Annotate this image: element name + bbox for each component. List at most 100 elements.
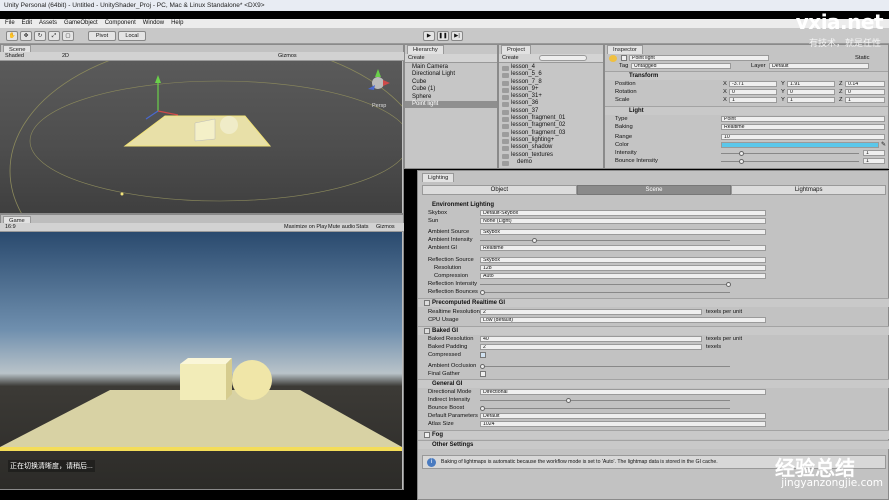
- ambient-gi-dropdown[interactable]: Realtime: [480, 244, 766, 252]
- folder-item[interactable]: lesson_36: [499, 100, 603, 108]
- tag-dropdown[interactable]: Untagged: [631, 62, 731, 70]
- folder-item[interactable]: lesson_31+: [499, 93, 603, 101]
- position-x-field[interactable]: -3.71: [729, 80, 777, 88]
- folder-item[interactable]: lesson_9+: [499, 86, 603, 94]
- play-icon[interactable]: ▶: [423, 31, 435, 41]
- intensity-slider-knob[interactable]: [739, 151, 744, 156]
- hand-tool-icon[interactable]: ✋: [6, 31, 18, 41]
- 2d-toggle[interactable]: 2D: [62, 52, 69, 60]
- tab-inspector[interactable]: Inspector: [607, 45, 643, 54]
- general-gi-header[interactable]: General GI: [418, 379, 889, 388]
- object-name-field[interactable]: Point light: [629, 54, 769, 62]
- persp-label[interactable]: Persp: [372, 103, 386, 109]
- slider-knob[interactable]: [480, 364, 485, 369]
- transform-header[interactable]: Transform: [605, 71, 888, 80]
- scene-viewport[interactable]: Persp: [0, 61, 402, 213]
- bounce-slider[interactable]: [721, 159, 859, 164]
- other-settings-header[interactable]: Other Settings: [418, 440, 889, 449]
- pivot-button[interactable]: Pivot: [88, 31, 116, 41]
- pause-icon[interactable]: ❚❚: [437, 31, 449, 41]
- scale-x-field[interactable]: 1: [729, 96, 777, 104]
- scale-tool-icon[interactable]: ⤢: [48, 31, 60, 41]
- project-search-input[interactable]: [539, 55, 587, 61]
- atlas-size-dropdown[interactable]: 1024: [480, 420, 766, 428]
- ambient-source-dropdown[interactable]: Skybox: [480, 228, 766, 236]
- compression-dropdown[interactable]: Auto: [480, 272, 766, 280]
- tab-scene-lighting[interactable]: Scene: [576, 185, 732, 195]
- folder-item[interactable]: lesson_lighting+: [499, 137, 603, 145]
- hierarchy-item[interactable]: Cube: [405, 79, 497, 86]
- shading-dropdown[interactable]: Shaded: [5, 52, 24, 60]
- menu-component[interactable]: Component: [105, 20, 136, 26]
- scene-gizmos-dropdown[interactable]: Gizmos: [278, 52, 297, 60]
- ambient-occlusion-slider[interactable]: [480, 364, 730, 369]
- light-type-dropdown[interactable]: Point: [721, 115, 885, 123]
- game-viewport[interactable]: [0, 232, 402, 489]
- aspect-dropdown[interactable]: 16:9: [5, 223, 16, 231]
- folder-item[interactable]: lesson_fragment_03: [499, 130, 603, 137]
- baked-gi-header[interactable]: Baked GI: [418, 326, 889, 335]
- skybox-field[interactable]: Default-Skybox: [480, 209, 766, 217]
- menu-file[interactable]: File: [5, 20, 15, 26]
- menu-assets[interactable]: Assets: [39, 20, 57, 26]
- compressed-checkbox[interactable]: [480, 352, 486, 358]
- sun-field[interactable]: None (Light): [480, 217, 766, 225]
- folder-item[interactable]: lesson_7_8: [499, 79, 603, 86]
- folder-item[interactable]: demo: [499, 159, 603, 167]
- maximize-toggle[interactable]: Maximize on Play: [284, 223, 327, 231]
- baked-gi-checkbox[interactable]: [424, 328, 430, 334]
- bounce-boost-slider[interactable]: [480, 406, 730, 411]
- folder-item[interactable]: lesson_37: [499, 108, 603, 116]
- hierarchy-item[interactable]: Main Camera: [405, 64, 497, 71]
- ambient-intensity-slider[interactable]: [480, 238, 730, 243]
- rotation-z-field[interactable]: 0: [845, 88, 885, 96]
- stats-toggle[interactable]: Stats: [356, 223, 369, 231]
- resolution-dropdown[interactable]: 128: [480, 264, 766, 272]
- tab-hierarchy[interactable]: Hierarchy: [407, 45, 444, 54]
- range-field[interactable]: 10: [721, 133, 885, 141]
- project-create-button[interactable]: Create: [502, 55, 519, 61]
- reflection-intensity-slider[interactable]: [480, 282, 731, 287]
- layer-dropdown[interactable]: Default: [769, 62, 869, 70]
- hierarchy-item[interactable]: Directional Light: [405, 71, 497, 78]
- tab-lighting[interactable]: Lighting: [422, 173, 455, 182]
- cpu-usage-dropdown[interactable]: Low (default): [480, 316, 766, 324]
- hierarchy-item[interactable]: Cube (1): [405, 86, 497, 93]
- object-active-checkbox[interactable]: [621, 55, 627, 61]
- bounce-slider-knob[interactable]: [739, 159, 744, 164]
- reflection-bounces-slider[interactable]: [480, 290, 730, 295]
- folder-item[interactable]: lesson_4: [499, 64, 603, 72]
- local-button[interactable]: Local: [118, 31, 146, 41]
- game-gizmos-dropdown[interactable]: Gizmos: [376, 223, 395, 231]
- realtime-gi-checkbox[interactable]: [424, 300, 430, 306]
- scale-z-field[interactable]: 1: [845, 96, 885, 104]
- eyedropper-icon[interactable]: ✎: [881, 141, 886, 149]
- bounce-field[interactable]: 1: [863, 157, 885, 165]
- step-icon[interactable]: ▶|: [451, 31, 463, 41]
- slider-knob[interactable]: [480, 406, 485, 411]
- rect-tool-icon[interactable]: ▢: [62, 31, 74, 41]
- directional-mode-dropdown[interactable]: Directional: [480, 388, 766, 396]
- menu-edit[interactable]: Edit: [22, 20, 32, 26]
- position-y-field[interactable]: 1.91: [787, 80, 835, 88]
- tab-object[interactable]: Object: [422, 185, 577, 195]
- hierarchy-item[interactable]: Sphere: [405, 94, 497, 101]
- color-swatch[interactable]: [721, 141, 879, 149]
- slider-knob[interactable]: [566, 398, 571, 403]
- folder-item[interactable]: lesson_5_6: [499, 71, 603, 79]
- rotation-y-field[interactable]: 0: [787, 88, 835, 96]
- scale-y-field[interactable]: 1: [787, 96, 835, 104]
- baked-padding-field[interactable]: 2: [480, 343, 702, 351]
- mute-toggle[interactable]: Mute audio: [328, 223, 355, 231]
- folder-item[interactable]: lesson_textures: [499, 152, 603, 159]
- move-tool-icon[interactable]: ✥: [20, 31, 32, 41]
- indirect-intensity-slider[interactable]: [480, 398, 730, 403]
- rotate-tool-icon[interactable]: ↻: [34, 31, 46, 41]
- tab-lightmaps[interactable]: Lightmaps: [731, 185, 887, 195]
- intensity-slider[interactable]: [721, 151, 859, 156]
- static-checkbox-label[interactable]: Static: [855, 54, 870, 62]
- menu-gameobject[interactable]: GameObject: [64, 20, 98, 26]
- tab-project[interactable]: Project: [501, 45, 532, 54]
- folder-item[interactable]: lesson_fragment_02: [499, 122, 603, 130]
- final-gather-checkbox[interactable]: [480, 371, 486, 377]
